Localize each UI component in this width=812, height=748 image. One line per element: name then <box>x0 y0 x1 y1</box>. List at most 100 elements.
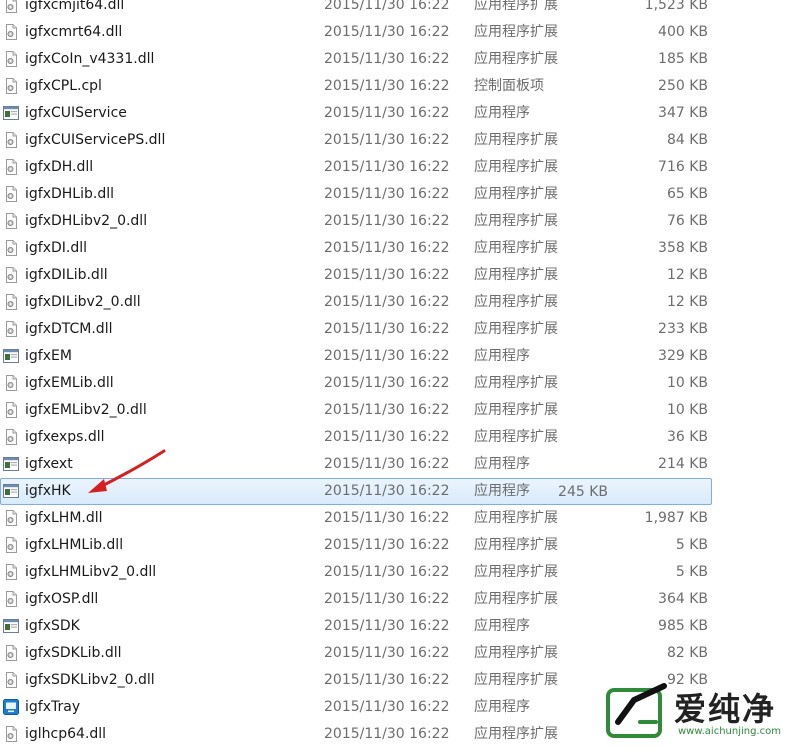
file-name: igfxDILib.dll <box>25 267 108 283</box>
file-date-modified: 2015/11/30 16:22 <box>324 537 450 553</box>
file-size: 36 KB <box>666 429 708 445</box>
file-type: 应用程序扩展 <box>474 726 558 742</box>
file-name: igfxDHLib.dll <box>25 186 114 202</box>
dll-file-icon <box>3 726 19 742</box>
file-date-modified: 2015/11/30 16:22 <box>324 78 450 94</box>
file-row[interactable]: igfxSDKLib.dll 2015/11/30 16:22 应用程序扩展 82 K… <box>0 640 812 667</box>
red-arrow-annotation <box>88 449 166 493</box>
file-date-modified: 2015/11/30 16:22 <box>324 348 450 364</box>
exe-file-icon <box>3 618 19 634</box>
file-type: 控制面板项 <box>474 78 544 94</box>
file-name: igfxLHM.dll <box>25 510 103 526</box>
file-name: igfxEMLibv2_0.dll <box>25 402 147 418</box>
file-date-modified: 2015/11/30 16:22 <box>324 618 450 634</box>
file-type: 应用程序 <box>474 456 530 472</box>
file-row[interactable]: igfxSDK 2015/11/30 16:22 应用程序 985 KB <box>0 613 812 640</box>
dll-file-icon <box>3 510 19 526</box>
file-date-modified: 2015/11/30 16:22 <box>324 0 450 13</box>
file-row[interactable]: igfxEMLibv2_0.dll 2015/11/30 16:22 应用程序扩展 1… <box>0 397 812 424</box>
file-row[interactable]: igfxEMLib.dll 2015/11/30 16:22 应用程序扩展 10 KB <box>0 370 812 397</box>
dll-file-icon <box>3 51 19 67</box>
file-name: igfxEM <box>25 348 72 364</box>
file-name: igfxSDKLibv2_0.dll <box>25 672 155 688</box>
file-type: 应用程序扩展 <box>474 429 558 445</box>
file-size: 214 KB <box>658 456 708 472</box>
file-row[interactable]: igfxLHM.dll 2015/11/30 16:22 应用程序扩展 1,987 K… <box>0 505 812 532</box>
file-type: 应用程序扩展 <box>474 591 558 607</box>
file-type: 应用程序扩展 <box>474 564 558 580</box>
file-type: 应用程序 <box>474 348 530 364</box>
dll-file-icon <box>3 537 19 553</box>
file-date-modified: 2015/11/30 16:22 <box>324 213 450 229</box>
file-date-modified: 2015/11/30 16:22 <box>324 267 450 283</box>
file-name: igfxLHMLibv2_0.dll <box>25 564 157 580</box>
file-date-modified: 2015/11/30 16:22 <box>324 240 450 256</box>
dll-file-icon <box>3 672 19 688</box>
file-size: 12 KB <box>666 294 708 310</box>
file-date-modified: 2015/11/30 16:22 <box>324 699 450 715</box>
dll-file-icon <box>3 591 19 607</box>
file-list: igfxcmjit64.dll 2015/11/30 16:22 应用程序扩展 1,5… <box>0 0 812 748</box>
file-type: 应用程序扩展 <box>474 186 558 202</box>
watermark-logo-icon <box>606 683 667 738</box>
file-row[interactable]: igfxCUIServicePS.dll 2015/11/30 16:22 应用程序… <box>0 127 812 154</box>
file-row[interactable]: igfxDILib.dll 2015/11/30 16:22 应用程序扩展 12 KB <box>0 262 812 289</box>
file-date-modified: 2015/11/30 16:22 <box>324 132 450 148</box>
file-date-modified: 2015/11/30 16:22 <box>324 375 450 391</box>
file-size: 82 KB <box>666 645 708 661</box>
file-row[interactable]: igfxCoIn_v4331.dll 2015/11/30 16:22 应用程序扩展… <box>0 46 812 73</box>
file-size: 65 KB <box>666 186 708 202</box>
dll-file-icon <box>3 213 19 229</box>
file-size: 1,523 KB <box>644 0 708 13</box>
file-name: igfxDH.dll <box>25 159 94 175</box>
file-type: 应用程序扩展 <box>474 510 558 526</box>
file-row[interactable]: igfxcmrt64.dll 2015/11/30 16:22 应用程序扩展 400 … <box>0 19 812 46</box>
file-date-modified: 2015/11/30 16:22 <box>324 456 450 472</box>
exe-file-icon <box>3 456 19 472</box>
file-type: 应用程序扩展 <box>474 51 558 67</box>
file-size: 12 KB <box>666 267 708 283</box>
file-row[interactable]: igfxLHMLibv2_0.dll 2015/11/30 16:22 应用程序扩展… <box>0 559 812 586</box>
file-row[interactable]: igfxDHLib.dll 2015/11/30 16:22 应用程序扩展 65 KB <box>0 181 812 208</box>
dll-file-icon <box>3 294 19 310</box>
file-type: 应用程序扩展 <box>474 267 558 283</box>
file-row[interactable]: igfxCUIService 2015/11/30 16:22 应用程序 347 KB <box>0 100 812 127</box>
file-name: igfxCUIServicePS.dll <box>25 132 166 148</box>
file-size: 245 KB <box>558 484 608 500</box>
file-type: 应用程序扩展 <box>474 0 558 13</box>
dll-file-icon <box>3 267 19 283</box>
file-name: igfxOSP.dll <box>25 591 99 607</box>
file-name: igfxcmrt64.dll <box>25 24 123 40</box>
file-size: 985 KB <box>658 618 708 634</box>
file-name: igfxDTCM.dll <box>25 321 113 337</box>
file-row[interactable]: igfxDHLibv2_0.dll 2015/11/30 16:22 应用程序扩展 7… <box>0 208 812 235</box>
file-size: 347 KB <box>658 105 708 121</box>
exe-file-icon <box>3 348 19 364</box>
file-size: 716 KB <box>658 159 708 175</box>
file-row[interactable]: igfxcmjit64.dll 2015/11/30 16:22 应用程序扩展 1,5… <box>0 0 812 19</box>
file-row[interactable]: igfxDH.dll 2015/11/30 16:22 应用程序扩展 716 KB <box>0 154 812 181</box>
dll-file-icon <box>3 240 19 256</box>
file-row[interactable]: igfxDI.dll 2015/11/30 16:22 应用程序扩展 358 KB <box>0 235 812 262</box>
file-size: 84 KB <box>666 132 708 148</box>
file-row[interactable]: igfxCPL.cpl 2015/11/30 16:22 控制面板项 250 KB <box>0 73 812 100</box>
file-row[interactable]: igfxOSP.dll 2015/11/30 16:22 应用程序扩展 364 KB <box>0 586 812 613</box>
file-row[interactable]: igfxLHMLib.dll 2015/11/30 16:22 应用程序扩展 5 KB <box>0 532 812 559</box>
file-row[interactable]: igfxEM 2015/11/30 16:22 应用程序 329 KB <box>0 343 812 370</box>
file-name: igfxDILibv2_0.dll <box>25 294 141 310</box>
file-size: 5 KB <box>675 537 708 553</box>
file-size: 10 KB <box>666 402 708 418</box>
file-type: 应用程序扩展 <box>474 24 558 40</box>
file-size: 76 KB <box>666 213 708 229</box>
file-name: iglhcp64.dll <box>25 726 107 742</box>
file-type: 应用程序 <box>474 105 530 121</box>
file-row[interactable]: igfxDILibv2_0.dll 2015/11/30 16:22 应用程序扩展 1… <box>0 289 812 316</box>
dll-file-icon <box>3 645 19 661</box>
file-row[interactable]: igfxDTCM.dll 2015/11/30 16:22 应用程序扩展 233 KB <box>0 316 812 343</box>
file-date-modified: 2015/11/30 16:22 <box>324 483 450 499</box>
arrow-shaft <box>96 449 166 490</box>
file-type: 应用程序扩展 <box>474 294 558 310</box>
file-name: igfxDI.dll <box>25 240 88 256</box>
file-type: 应用程序扩展 <box>474 537 558 553</box>
file-date-modified: 2015/11/30 16:22 <box>324 564 450 580</box>
